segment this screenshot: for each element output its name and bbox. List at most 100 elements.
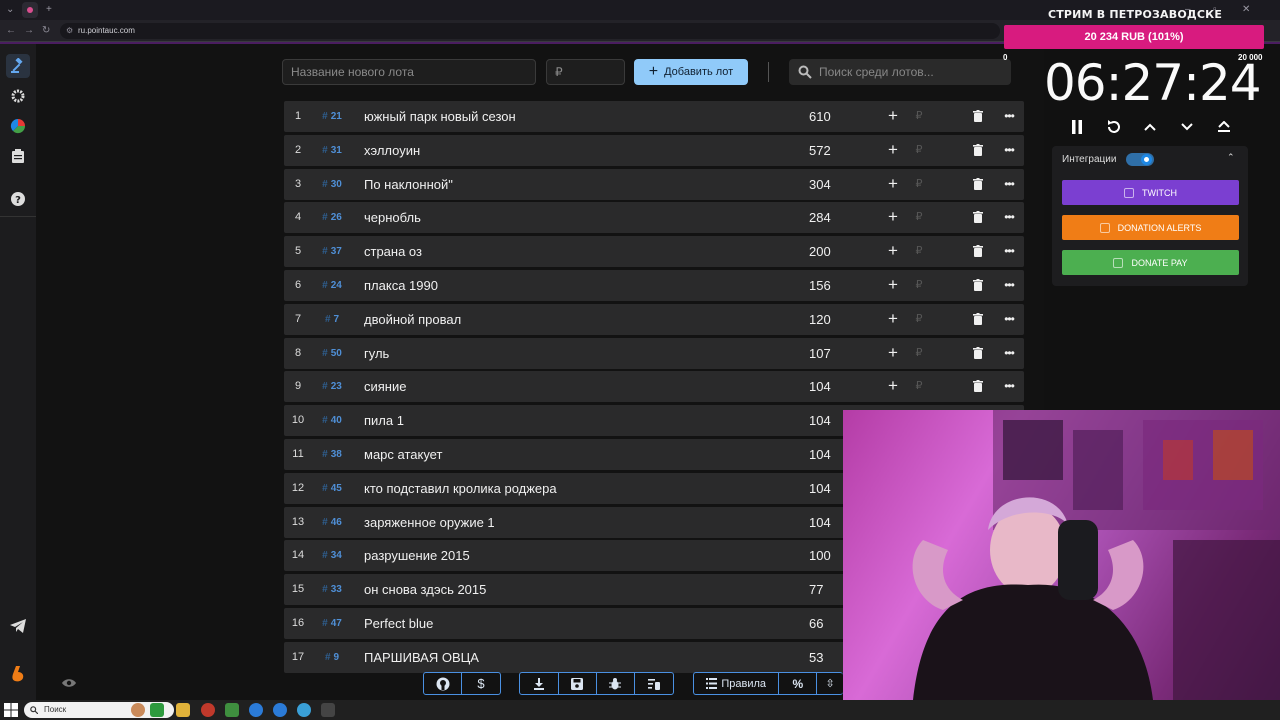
more-options-button[interactable]: •••: [1002, 109, 1016, 123]
pause-button[interactable]: [1067, 117, 1087, 137]
ruble-icon[interactable]: ₽: [912, 278, 926, 292]
new-lot-amount-input[interactable]: ₽: [546, 59, 625, 85]
more-options-button[interactable]: •••: [1002, 210, 1016, 224]
add-amount-button[interactable]: +: [886, 377, 900, 394]
lot-name[interactable]: марс атакует: [364, 439, 442, 470]
sidebar-item-telegram[interactable]: [6, 614, 30, 638]
more-options-button[interactable]: •••: [1002, 379, 1016, 393]
lot-name[interactable]: ПАРШИВАЯ ОВЦА: [364, 642, 479, 673]
delete-lot-button[interactable]: [971, 346, 985, 360]
chrome-profile-icon[interactable]: [273, 703, 287, 717]
reload-icon[interactable]: ↻: [42, 24, 50, 38]
delete-lot-button[interactable]: [971, 379, 985, 393]
donate-button[interactable]: $: [462, 673, 500, 694]
more-options-button[interactable]: •••: [1002, 312, 1016, 326]
lot-search-input[interactable]: Поиск среди лотов...: [789, 59, 1011, 85]
integration-button-donate-pay[interactable]: DONATE PAY: [1062, 250, 1239, 275]
visibility-icon[interactable]: [62, 678, 76, 688]
save-button[interactable]: [559, 673, 597, 694]
delete-lot-button[interactable]: [971, 312, 985, 326]
lot-row[interactable]: 2 #31 хэллоуин 572 + ₽ •••: [284, 134, 1024, 166]
sidebar-item-boosty[interactable]: [6, 662, 30, 686]
sidebar-item-history[interactable]: [6, 144, 30, 168]
lot-name[interactable]: двойной провал: [364, 304, 461, 335]
add-amount-button[interactable]: +: [886, 310, 900, 327]
lot-name[interactable]: Perfect blue: [364, 608, 433, 639]
rules-button[interactable]: Правила: [694, 673, 780, 694]
forward-icon[interactable]: →: [24, 24, 34, 38]
lot-name[interactable]: он снова здэсь 2015: [364, 574, 486, 605]
lot-name[interactable]: плакса 1990: [364, 270, 438, 301]
add-lot-button[interactable]: + Добавить лот: [634, 59, 748, 85]
minecraft-icon[interactable]: [225, 703, 239, 717]
lot-row[interactable]: 1 #21 южный парк новый сезон 610 + ₽ •••: [284, 101, 1024, 132]
download-button[interactable]: [520, 673, 559, 694]
ruble-icon[interactable]: ₽: [912, 244, 926, 258]
lot-row[interactable]: 8 #50 гуль 107 + ₽ •••: [284, 337, 1024, 369]
taskbar-app-icon[interactable]: [150, 703, 164, 717]
new-tab-icon[interactable]: +: [46, 3, 52, 17]
ruble-icon[interactable]: ₽: [912, 143, 926, 157]
lot-name[interactable]: страна оз: [364, 236, 422, 267]
more-options-button[interactable]: •••: [1002, 278, 1016, 292]
windows-start-icon[interactable]: [4, 703, 18, 717]
more-options-button[interactable]: •••: [1002, 244, 1016, 258]
close-window-icon[interactable]: ✕: [1242, 3, 1250, 17]
report-bug-button[interactable]: [597, 673, 635, 694]
opera-icon[interactable]: [201, 703, 215, 717]
subtract-time-button[interactable]: [1177, 117, 1197, 137]
add-time-button[interactable]: [1140, 117, 1160, 137]
percent-button[interactable]: %: [779, 673, 818, 694]
add-amount-button[interactable]: +: [886, 242, 900, 259]
ruble-icon[interactable]: ₽: [912, 177, 926, 191]
telegram-taskbar-icon[interactable]: [297, 703, 311, 717]
delete-lot-button[interactable]: [971, 177, 985, 191]
integration-button-donation-alerts[interactable]: DONATION ALERTS: [1062, 215, 1239, 240]
lot-name[interactable]: гуль: [364, 338, 389, 369]
more-options-button[interactable]: •••: [1002, 177, 1016, 191]
delete-lot-button[interactable]: [971, 143, 985, 157]
delete-lot-button[interactable]: [971, 109, 985, 123]
lot-row[interactable]: 5 #37 страна оз 200 + ₽ •••: [284, 236, 1024, 268]
lot-row[interactable]: 4 #26 чернобль 284 + ₽ •••: [284, 202, 1024, 234]
lot-name[interactable]: сияние: [364, 371, 406, 402]
sidebar-item-help[interactable]: ?: [6, 187, 30, 211]
lot-row[interactable]: 9 #23 сияние 104 + ₽ •••: [284, 371, 1024, 403]
lot-name[interactable]: По наклонной": [364, 169, 453, 200]
tab-list-icon[interactable]: ⌄: [6, 3, 14, 17]
ruble-icon[interactable]: ₽: [912, 379, 926, 393]
double-time-button[interactable]: [1214, 117, 1234, 137]
add-amount-button[interactable]: +: [886, 344, 900, 361]
lot-name[interactable]: разрушение 2015: [364, 540, 470, 571]
more-options-button[interactable]: •••: [1002, 346, 1016, 360]
integrations-toggle[interactable]: [1126, 153, 1154, 166]
url-field[interactable]: ⚙ ru.pointauc.com: [60, 23, 1000, 39]
reset-timer-button[interactable]: [1104, 117, 1124, 137]
add-amount-button[interactable]: +: [886, 141, 900, 158]
lot-name[interactable]: пила 1: [364, 405, 404, 436]
lot-name[interactable]: хэллоуин: [364, 135, 420, 166]
lot-row[interactable]: 3 #30 По наклонной" 304 + ₽ •••: [284, 168, 1024, 200]
lot-row[interactable]: 7 #7 двойной провал 120 + ₽ •••: [284, 303, 1024, 335]
ruble-icon[interactable]: ₽: [912, 312, 926, 326]
lot-name[interactable]: южный парк новый сезон: [364, 101, 516, 132]
new-lot-name-input[interactable]: Название нового лота: [282, 59, 536, 85]
ruble-icon[interactable]: ₽: [912, 210, 926, 224]
more-options-button[interactable]: •••: [1002, 143, 1016, 157]
collapse-icon[interactable]: ⌃: [1227, 152, 1235, 163]
add-amount-button[interactable]: +: [886, 175, 900, 192]
sidebar-item-wheel[interactable]: [6, 114, 30, 138]
obs-icon[interactable]: [321, 703, 335, 717]
lot-name[interactable]: чернобль: [364, 202, 421, 233]
delete-lot-button[interactable]: [971, 278, 985, 292]
clear-lots-button[interactable]: [635, 673, 673, 694]
more-tools-button[interactable]: ⇳: [817, 673, 843, 694]
lot-name[interactable]: кто подставил кролика роджера: [364, 473, 557, 504]
chrome-icon[interactable]: [249, 703, 263, 717]
ruble-icon[interactable]: ₽: [912, 346, 926, 360]
site-info-icon[interactable]: ⚙: [66, 25, 73, 37]
add-amount-button[interactable]: +: [886, 107, 900, 124]
integration-button-twitch[interactable]: TWITCH: [1062, 180, 1239, 205]
delete-lot-button[interactable]: [971, 210, 985, 224]
add-amount-button[interactable]: +: [886, 208, 900, 225]
